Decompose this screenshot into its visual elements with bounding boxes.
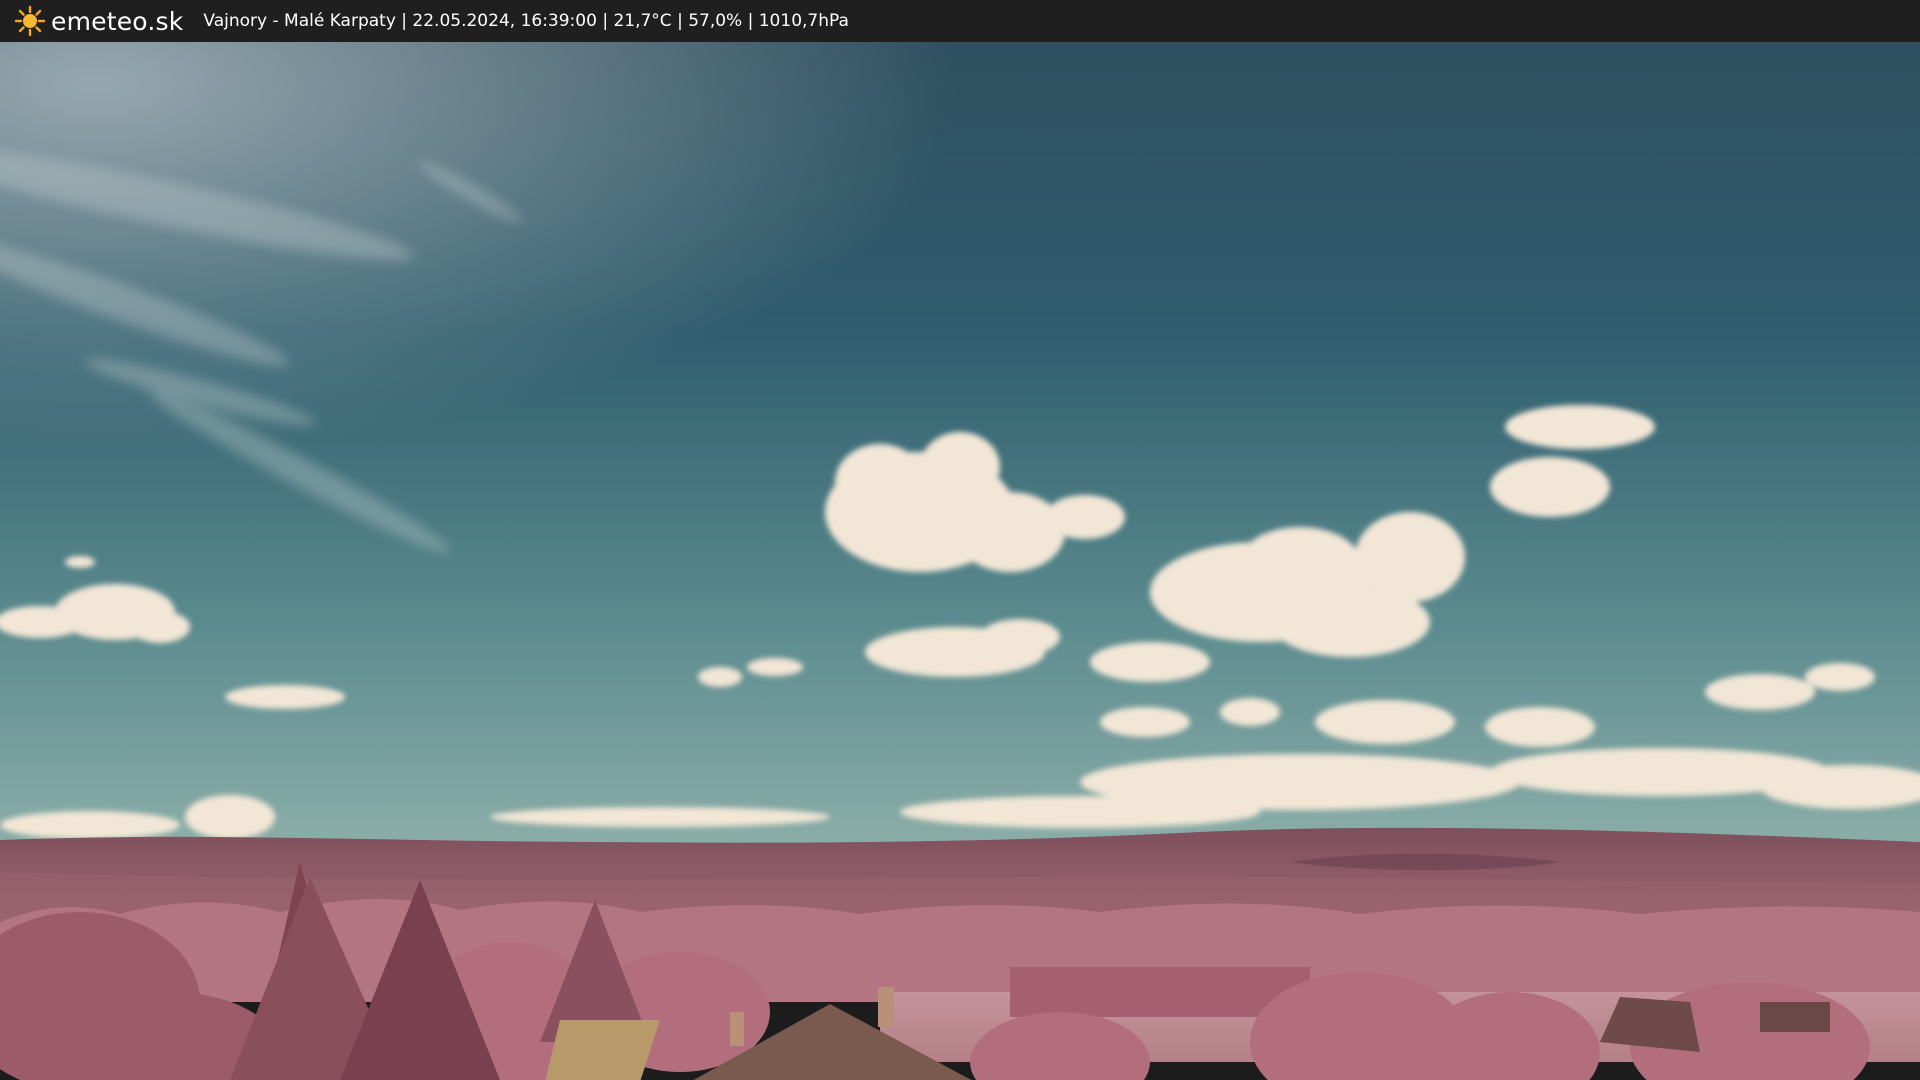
station-info-caption: Vajnory - Malé Karpaty | 22.05.2024, 16:… xyxy=(203,11,849,31)
webcam-scene-illustration xyxy=(0,42,1920,1080)
webcam-header-bar: emeteo.sk Vajnory - Malé Karpaty | 22.05… xyxy=(0,0,1920,42)
brand-name: emeteo.sk xyxy=(51,6,184,36)
sun-icon xyxy=(14,5,46,37)
brand-logo[interactable]: emeteo.sk xyxy=(14,5,183,37)
webcam-image xyxy=(0,42,1920,1080)
